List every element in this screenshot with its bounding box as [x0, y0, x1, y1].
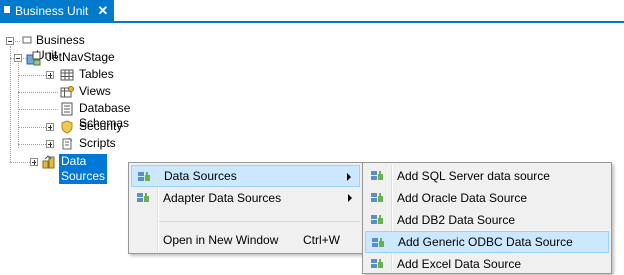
tree-connector: [18, 92, 58, 93]
collapse-toggle-icon[interactable]: [14, 54, 22, 62]
context-menu: Data Sources Adapter Data Sources Open i…: [128, 162, 363, 254]
expand-toggle-icon[interactable]: [46, 123, 54, 131]
business-unit-icon: [22, 36, 32, 44]
tree-connector: [15, 41, 20, 42]
submenu-arrow-icon: [347, 173, 351, 181]
menu-item-label: Add Generic ODBC Data Source: [398, 234, 573, 249]
adapter-icon: [137, 193, 149, 202]
menu-item-label: Add SQL Server data source: [397, 168, 550, 183]
tree-connector: [18, 127, 46, 128]
collapse-toggle-icon[interactable]: [6, 37, 14, 45]
menu-item-label: Data Sources: [164, 168, 237, 183]
tree-item-jetnavstage[interactable]: JetNavStage: [44, 50, 117, 65]
menu-item-adapter-data-sources[interactable]: Adapter Data Sources: [131, 187, 360, 209]
tree-connector: [18, 144, 46, 145]
scripts-icon: [62, 137, 73, 150]
add-data-source-icon: [371, 215, 383, 224]
tree-item-tables[interactable]: Tables: [77, 67, 116, 82]
expand-toggle-icon[interactable]: [30, 158, 38, 166]
tree-item-views[interactable]: Views: [77, 84, 113, 99]
menu-item-shortcut: Ctrl+W: [303, 233, 340, 247]
menu-item-open-new-window[interactable]: Open in New Window Ctrl+W: [131, 229, 360, 251]
submenu-arrow-icon: [348, 194, 352, 202]
add-data-source-icon: [371, 259, 383, 268]
menu-item-add-sql-server[interactable]: Add SQL Server data source: [365, 165, 609, 187]
tree-connector: [18, 109, 58, 110]
menu-item-add-oracle[interactable]: Add Oracle Data Source: [365, 187, 609, 209]
tree-item-data-sources[interactable]: Data Sources: [59, 154, 108, 184]
submenu: Add SQL Server data source Add Oracle Da…: [362, 162, 612, 274]
menu-item-label: Add Excel Data Source: [397, 256, 522, 271]
tables-icon: [60, 69, 74, 81]
close-icon[interactable]: ✕: [97, 4, 108, 17]
database-schemas-icon: [61, 102, 73, 116]
database-stage-icon: [26, 51, 41, 66]
menu-item-data-sources[interactable]: Data Sources: [131, 165, 360, 187]
tree-connector: [10, 58, 14, 59]
document-tabstrip: Business Unit ✕: [0, 0, 624, 23]
menu-separator: [159, 221, 360, 222]
data-sources-icon: [42, 155, 55, 169]
tree-connector: [18, 75, 46, 76]
tree-connector: [10, 162, 30, 163]
shield-icon: [61, 120, 73, 134]
document-icon: [4, 6, 10, 13]
tab-underline: [0, 21, 624, 23]
menu-item-label: Adapter Data Sources: [163, 190, 282, 205]
menu-item-add-excel[interactable]: Add Excel Data Source: [365, 253, 609, 275]
add-data-source-icon: [372, 238, 384, 247]
tab-title: Business Unit: [15, 3, 89, 18]
tree-item-security[interactable]: Security: [77, 119, 124, 134]
views-icon: [60, 86, 74, 98]
menu-item-label: Add DB2 Data Source: [397, 212, 516, 227]
data-source-icon: [138, 172, 150, 181]
menu-item-label: Add Oracle Data Source: [397, 190, 528, 205]
add-data-source-icon: [371, 193, 383, 202]
menu-item-add-db2[interactable]: Add DB2 Data Source: [365, 209, 609, 231]
expand-toggle-icon[interactable]: [46, 140, 54, 148]
tree-connector: [10, 46, 11, 162]
tab-business-unit[interactable]: Business Unit ✕: [0, 0, 114, 21]
expand-toggle-icon[interactable]: [46, 71, 54, 79]
menu-item-label: Open in New Window: [163, 232, 279, 247]
menu-item-add-generic-odbc[interactable]: Add Generic ODBC Data Source: [365, 231, 609, 253]
tree-item-scripts[interactable]: Scripts: [77, 136, 118, 151]
add-data-source-icon: [371, 171, 383, 180]
